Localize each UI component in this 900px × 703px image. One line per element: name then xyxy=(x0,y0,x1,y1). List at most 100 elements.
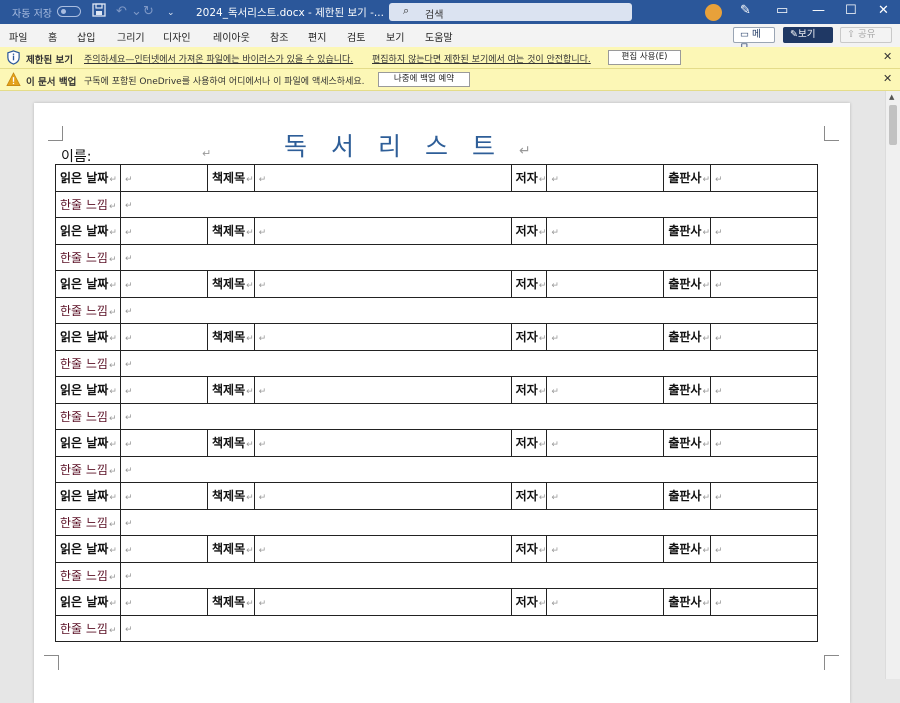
impression-input-cell[interactable]: ↵ xyxy=(120,243,818,271)
impression-input-cell[interactable]: ↵ xyxy=(120,402,818,430)
publisher-input-cell[interactable]: ↵ xyxy=(709,429,818,457)
document-canvas[interactable]: 독서리스트↵ 이름: ↵ 읽은 날짜↵ ↵ 책제목↵ ↵ 저자↵ ↵ 출판사↵ ↵ 한줄 느낌↵… xyxy=(0,91,885,703)
date-label-cell-text: 읽은 날짜 xyxy=(60,595,109,610)
author-input-cell[interactable]: ↵ xyxy=(546,588,665,616)
book-title-input-cell[interactable]: ↵ xyxy=(253,217,512,245)
undo-dropdown-icon[interactable]: ⌄ xyxy=(131,3,142,21)
cell-end-mark: ↵ xyxy=(109,599,117,610)
publisher-input-cell[interactable]: ↵ xyxy=(709,376,818,404)
backup-later-button[interactable]: 나중에 백업 예약 xyxy=(378,72,470,87)
undo-icon[interactable]: ↶ xyxy=(116,3,127,21)
tab-design[interactable]: 디자인 xyxy=(163,29,191,44)
date-input-cell[interactable]: ↵ xyxy=(120,323,208,351)
ribbon-display-icon[interactable]: ▭ xyxy=(776,2,788,20)
impression-input-cell[interactable]: ↵ xyxy=(120,296,818,324)
save-icon[interactable] xyxy=(92,3,106,23)
date-input-cell[interactable]: ↵ xyxy=(120,164,208,192)
tab-home[interactable]: 홈 xyxy=(48,29,57,44)
publisher-input-cell[interactable]: ↵ xyxy=(709,588,818,616)
pen-icon[interactable]: ✎ xyxy=(740,2,751,20)
date-input-cell[interactable]: ↵ xyxy=(120,482,208,510)
publisher-input-cell[interactable]: ↵ xyxy=(709,217,818,245)
impression-input-cell[interactable]: ↵ xyxy=(120,190,818,218)
date-input-cell[interactable]: ↵ xyxy=(120,535,208,563)
author-input-cell[interactable]: ↵ xyxy=(546,429,665,457)
vertical-scrollbar[interactable]: ▲ xyxy=(885,91,900,679)
author-input-cell[interactable]: ↵ xyxy=(546,217,665,245)
redo-icon[interactable]: ↻ xyxy=(143,3,154,21)
cell-end-mark: ↵ xyxy=(714,174,723,185)
author-input-cell[interactable]: ↵ xyxy=(546,323,665,351)
close-icon[interactable]: ✕ xyxy=(883,50,892,63)
publisher-label-cell-text: 출판사 xyxy=(668,436,702,451)
impression-input-cell[interactable]: ↵ xyxy=(120,561,818,589)
tab-mailings[interactable]: 편지 xyxy=(308,29,326,44)
restore-icon[interactable]: ☐ xyxy=(845,2,857,20)
date-input-cell[interactable]: ↵ xyxy=(120,217,208,245)
protected-view-warning[interactable]: 주의하세요—인터넷에서 가져온 파일에는 바이러스가 있을 수 있습니다. xyxy=(84,52,353,65)
book-title-input-cell[interactable]: ↵ xyxy=(253,164,512,192)
tab-help[interactable]: 도움말 xyxy=(425,29,453,44)
date-input-cell[interactable]: ↵ xyxy=(120,588,208,616)
author-input-cell[interactable]: ↵ xyxy=(546,376,665,404)
impression-input-cell[interactable]: ↵ xyxy=(120,455,818,483)
tab-layout[interactable]: 레이아웃 xyxy=(213,29,250,44)
enable-editing-button[interactable]: 편집 사용(E) xyxy=(608,50,681,65)
date-input-cell[interactable]: ↵ xyxy=(120,270,208,298)
minimize-icon[interactable]: — xyxy=(812,2,825,20)
crop-mark-top-left xyxy=(48,126,63,141)
book-title-input-cell[interactable]: ↵ xyxy=(253,323,512,351)
book-title-input-cell[interactable]: ↵ xyxy=(253,588,512,616)
book-title-input-cell[interactable]: ↵ xyxy=(253,482,512,510)
tab-draw[interactable]: 그리기 xyxy=(117,29,145,44)
impression-input-cell[interactable]: ↵ xyxy=(120,349,818,377)
close-icon[interactable]: ✕ xyxy=(878,2,889,20)
close-icon[interactable]: ✕ xyxy=(883,72,892,85)
memo-button[interactable]: ▭ 메모 xyxy=(733,27,775,54)
tab-insert[interactable]: 삽입 xyxy=(77,29,95,44)
publisher-label-cell-text: 출판사 xyxy=(668,595,702,610)
tab-references[interactable]: 참조 xyxy=(270,29,288,44)
cell-end-mark: ↵ xyxy=(125,254,133,265)
document-page[interactable]: 독서리스트↵ 이름: ↵ 읽은 날짜↵ ↵ 책제목↵ ↵ 저자↵ ↵ 출판사↵ ↵ 한줄 느낌↵… xyxy=(34,103,850,703)
publisher-input-cell[interactable]: ↵ xyxy=(709,482,818,510)
scroll-up-icon[interactable]: ▲ xyxy=(889,93,894,101)
date-label-cell-text: 읽은 날짜 xyxy=(60,489,109,504)
avatar[interactable] xyxy=(705,4,722,21)
date-input-cell[interactable]: ↵ xyxy=(120,376,208,404)
tab-view[interactable]: 보기 xyxy=(386,29,404,44)
author-input-cell[interactable]: ↵ xyxy=(546,270,665,298)
protected-view-advice[interactable]: 편집하지 않는다면 제한된 보기에서 여는 것이 안전합니다. xyxy=(372,52,591,65)
date-label-cell-text: 읽은 날짜 xyxy=(60,436,109,451)
impression-input-cell[interactable]: ↵ xyxy=(120,508,818,536)
book-title-input-cell[interactable]: ↵ xyxy=(253,376,512,404)
scrollbar-thumb[interactable] xyxy=(889,105,897,145)
book-title-label-cell: 책제목↵ xyxy=(207,270,255,298)
customize-icon[interactable]: ⌄ xyxy=(167,4,175,22)
search-box[interactable]: ⌕ 검색 xyxy=(389,3,632,21)
cell-end-mark: ↵ xyxy=(258,280,267,291)
tab-file[interactable]: 파일 xyxy=(9,29,27,44)
document-heading: 독서리스트↵ xyxy=(284,127,531,163)
author-label-cell-text: 저자 xyxy=(515,171,538,186)
publisher-input-cell[interactable]: ↵ xyxy=(709,535,818,563)
book-title-input-cell[interactable]: ↵ xyxy=(253,429,512,457)
impression-input-cell[interactable]: ↵ xyxy=(120,614,818,642)
cell-end-mark: ↵ xyxy=(246,281,254,292)
date-input-cell[interactable]: ↵ xyxy=(120,429,208,457)
date-label-cell: 읽은 날짜↵ xyxy=(55,535,121,563)
author-label-cell: 저자↵ xyxy=(510,429,548,457)
tab-review[interactable]: 검토 xyxy=(347,29,365,44)
book-title-input-cell[interactable]: ↵ xyxy=(253,270,512,298)
author-input-cell[interactable]: ↵ xyxy=(546,535,665,563)
publisher-input-cell[interactable]: ↵ xyxy=(709,270,818,298)
share-button[interactable]: ⇪ 공유 xyxy=(840,27,892,43)
book-title-input-cell[interactable]: ↵ xyxy=(253,535,512,563)
author-input-cell[interactable]: ↵ xyxy=(546,164,665,192)
autosave-toggle[interactable] xyxy=(57,6,81,17)
publisher-input-cell[interactable]: ↵ xyxy=(709,164,818,192)
cell-end-mark: ↵ xyxy=(538,599,547,610)
author-input-cell[interactable]: ↵ xyxy=(546,482,665,510)
view-mode-button[interactable]: ✎보기 ⌄ xyxy=(783,27,833,54)
publisher-input-cell[interactable]: ↵ xyxy=(709,323,818,351)
